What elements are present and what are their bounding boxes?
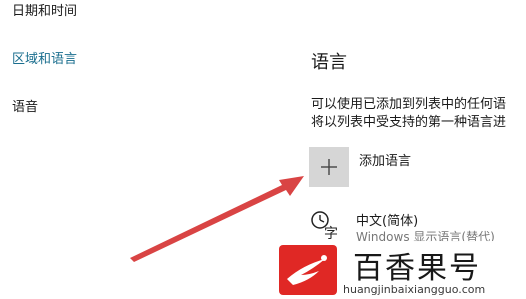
watermark: 百香果号 huangjinbaixiangguo.com xyxy=(265,241,526,299)
language-name: 中文(简体) xyxy=(356,214,419,229)
description-line-2: 将以列表中受支持的第一种语言进 xyxy=(311,115,507,130)
sidebar-item-region-language[interactable]: 区域和语言 xyxy=(12,48,77,67)
page-title: 语言 xyxy=(311,52,347,73)
svg-text:字: 字 xyxy=(324,226,338,240)
watermark-url: huangjinbaixiangguo.com xyxy=(343,283,486,296)
description-line-1: 可以使用已添加到列表中的任何语 xyxy=(311,97,507,112)
add-language-label[interactable]: 添加语言 xyxy=(359,150,411,169)
sidebar-item-date-time[interactable]: 日期和时间 xyxy=(12,0,77,19)
watermark-logo xyxy=(279,245,337,295)
watermark-title: 百香果号 xyxy=(353,251,481,286)
add-language-button[interactable] xyxy=(309,147,349,187)
language-icon: 字 xyxy=(311,211,338,240)
plus-icon xyxy=(321,159,337,175)
sidebar-item-speech[interactable]: 语音 xyxy=(12,96,38,115)
